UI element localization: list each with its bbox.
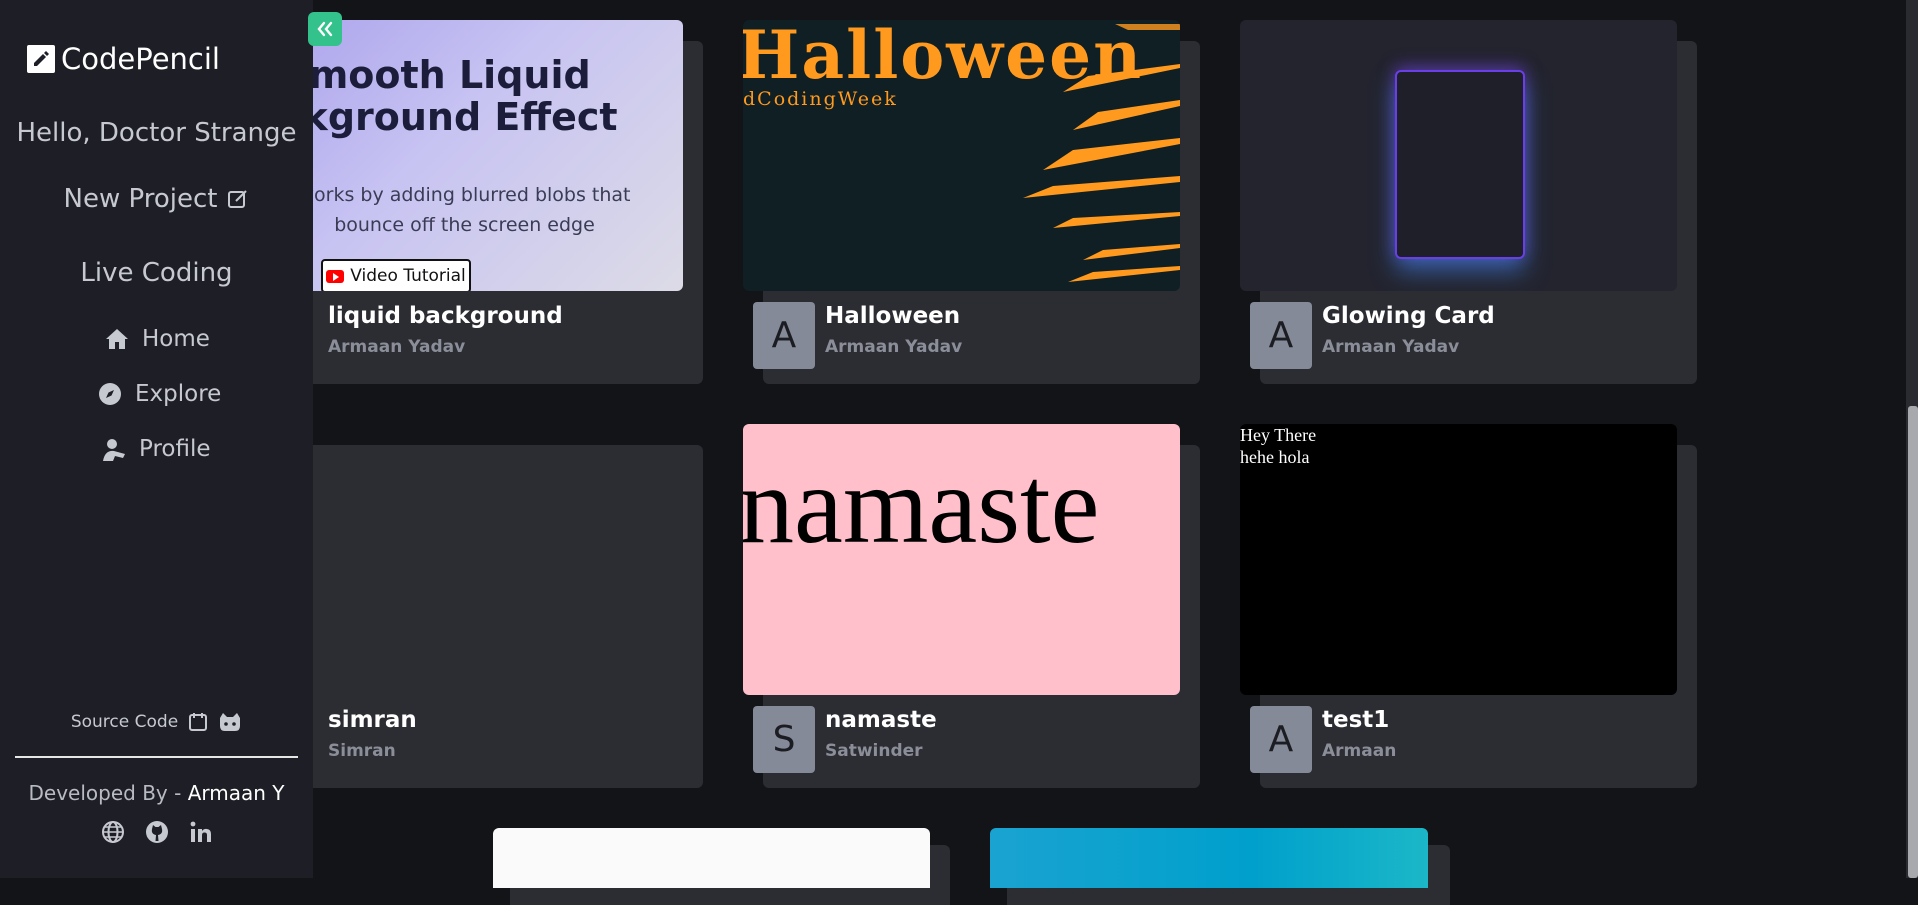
linkedin-icon[interactable] <box>188 819 214 845</box>
live-coding-link[interactable]: Live Coding <box>0 258 313 288</box>
sidebar-item-profile[interactable]: Profile <box>101 436 211 462</box>
collapse-sidebar-button[interactable] <box>308 12 342 46</box>
social-links <box>0 819 313 845</box>
preview-text: Hey There hehe hola <box>1240 425 1317 467</box>
youtube-icon <box>326 269 345 283</box>
author-avatar[interactable]: S <box>753 706 815 773</box>
project-title[interactable]: liquid background <box>328 303 563 329</box>
project-author: Armaan Yadav <box>328 337 466 357</box>
sidebar-item-home[interactable]: Home <box>104 326 210 352</box>
home-icon <box>104 326 130 352</box>
card-background <box>266 445 703 788</box>
new-project-button[interactable]: New Project <box>0 184 313 214</box>
project-title[interactable]: Halloween <box>825 303 960 329</box>
github-icon[interactable] <box>144 819 170 845</box>
project-title[interactable]: Glowing Card <box>1322 303 1495 329</box>
author-avatar[interactable]: A <box>1250 302 1312 369</box>
project-card[interactable]: Hey There hehe hola A test1 Armaan <box>1240 424 1697 788</box>
developed-by-label: Developed By - <box>28 781 188 805</box>
project-author: Simran <box>328 741 396 761</box>
user-greeting: Hello, Doctor Strange <box>16 118 297 148</box>
sidebar-item-label: Home <box>142 326 210 352</box>
project-title[interactable]: namaste <box>825 707 937 733</box>
sidebar-item-explore[interactable]: Explore <box>97 381 221 407</box>
scrollbar-thumb[interactable] <box>1908 406 1918 878</box>
sidebar-item-label: Explore <box>135 381 222 407</box>
github-icon[interactable] <box>218 712 242 732</box>
project-preview[interactable] <box>1240 20 1677 291</box>
edit-icon <box>228 190 248 208</box>
brand-name: CodePencil <box>61 42 220 76</box>
video-tutorial-label: Video Tutorial <box>350 266 466 286</box>
video-tutorial-button[interactable]: Video Tutorial <box>321 259 471 291</box>
source-code: Source Code <box>0 712 313 732</box>
project-preview[interactable]: Hey There hehe hola <box>1240 424 1677 695</box>
pencil-icon <box>27 45 55 73</box>
compass-icon <box>97 381 123 407</box>
project-author: Armaan Yadav <box>825 337 963 357</box>
globe-icon[interactable] <box>100 819 126 845</box>
project-author: Satwinder <box>825 741 923 761</box>
project-card[interactable]: namaste S namaste Satwinder <box>743 424 1200 788</box>
source-code-label: Source Code <box>70 712 179 732</box>
spikes-decoration <box>1023 24 1180 282</box>
code-file-icon[interactable] <box>188 712 208 732</box>
project-author: Armaan <box>1322 741 1397 761</box>
glowing-card-preview <box>1395 70 1525 259</box>
new-project-label: New Project <box>63 184 218 214</box>
project-preview[interactable] <box>493 828 930 888</box>
sidebar-item-label: Profile <box>139 436 211 462</box>
project-author: Armaan Yadav <box>1322 337 1460 357</box>
project-preview[interactable]: namaste <box>743 424 1180 695</box>
author-avatar[interactable]: A <box>1250 706 1312 773</box>
project-preview[interactable]: Halloween dCodingWeek <box>743 20 1180 291</box>
project-title[interactable]: test1 <box>1322 707 1389 733</box>
author-avatar[interactable]: A <box>753 302 815 369</box>
preview-heading: namaste <box>743 444 1100 566</box>
project-card[interactable]: A Glowing Card Armaan Yadav <box>1240 20 1697 384</box>
developed-by: Developed By - Armaan Y <box>0 781 313 805</box>
project-preview[interactable] <box>990 828 1428 888</box>
project-card[interactable]: Halloween dCodingWeek A Halloween Armaan… <box>743 20 1200 384</box>
brand-logo[interactable]: CodePencil <box>27 42 220 76</box>
profile-icon <box>101 436 127 462</box>
project-title[interactable]: simran <box>328 707 417 733</box>
sidebar: CodePencil Hello, Doctor Strange New Pro… <box>0 0 313 878</box>
divider <box>15 756 298 758</box>
developer-name[interactable]: Armaan Y <box>188 781 285 805</box>
double-chevron-left-icon <box>317 21 333 37</box>
